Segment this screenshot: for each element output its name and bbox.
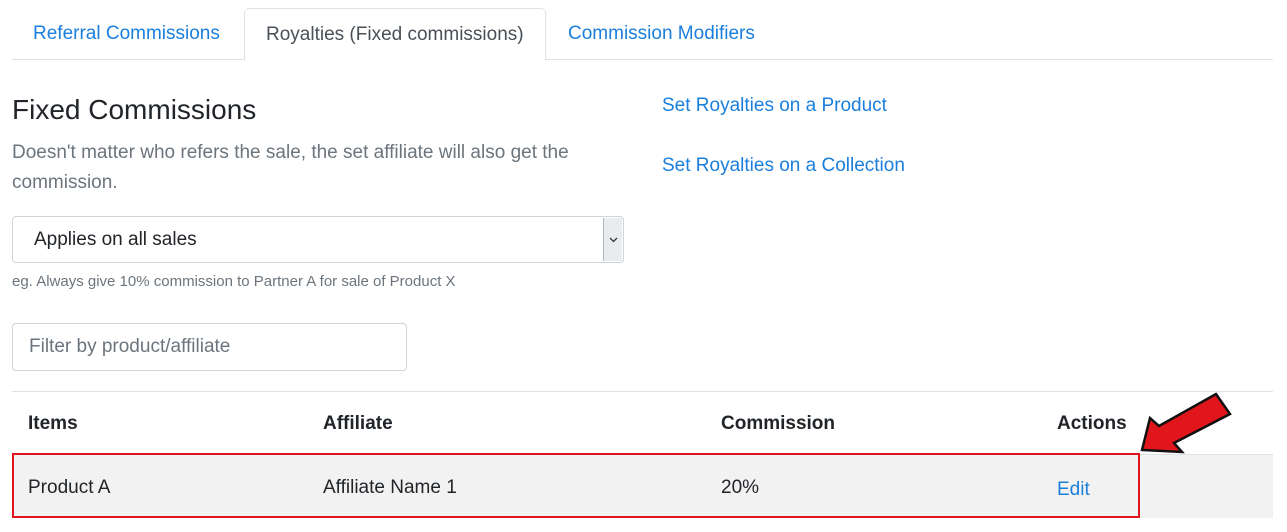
header-commission: Commission — [721, 413, 836, 434]
scope-select-value: Applies on all sales — [34, 229, 197, 250]
table-header: Items Affiliate Commission Actions — [12, 392, 1273, 453]
scope-select[interactable]: Applies on all sales — [12, 216, 624, 263]
cell-affiliate: Affiliate Name 1 — [323, 477, 457, 498]
page: Referral Commissions Royalties (Fixed co… — [0, 0, 1287, 532]
tab-referral-commissions[interactable]: Referral Commissions — [12, 8, 241, 60]
set-royalties-collection-link[interactable]: Set Royalties on a Collection — [662, 153, 905, 179]
royalties-table: Items Affiliate Commission Actions Produ… — [12, 391, 1273, 518]
header-affiliate: Affiliate — [323, 413, 393, 434]
page-title: Fixed Commissions — [12, 94, 257, 125]
header-items: Items — [28, 413, 78, 434]
commission-tabs: Referral Commissions Royalties (Fixed co… — [12, 8, 1273, 61]
cell-item: Product A — [28, 477, 111, 498]
chevron-down-icon[interactable] — [603, 218, 622, 261]
scope-hint: eg. Always give 10% commission to Partne… — [12, 273, 456, 290]
filter-input[interactable] — [12, 323, 407, 371]
edit-link[interactable]: Edit — [1057, 457, 1090, 523]
set-royalties-product-link[interactable]: Set Royalties on a Product — [662, 93, 887, 119]
tab-royalties[interactable]: Royalties (Fixed commissions) — [244, 8, 546, 61]
header-actions: Actions — [1057, 413, 1127, 434]
cell-commission: 20% — [721, 477, 760, 498]
tab-commission-modifiers[interactable]: Commission Modifiers — [547, 8, 776, 60]
table-row: Product A Affiliate Name 1 20% Edit — [12, 454, 1273, 518]
section-description: Doesn't matter who refers the sale, the … — [12, 142, 569, 193]
